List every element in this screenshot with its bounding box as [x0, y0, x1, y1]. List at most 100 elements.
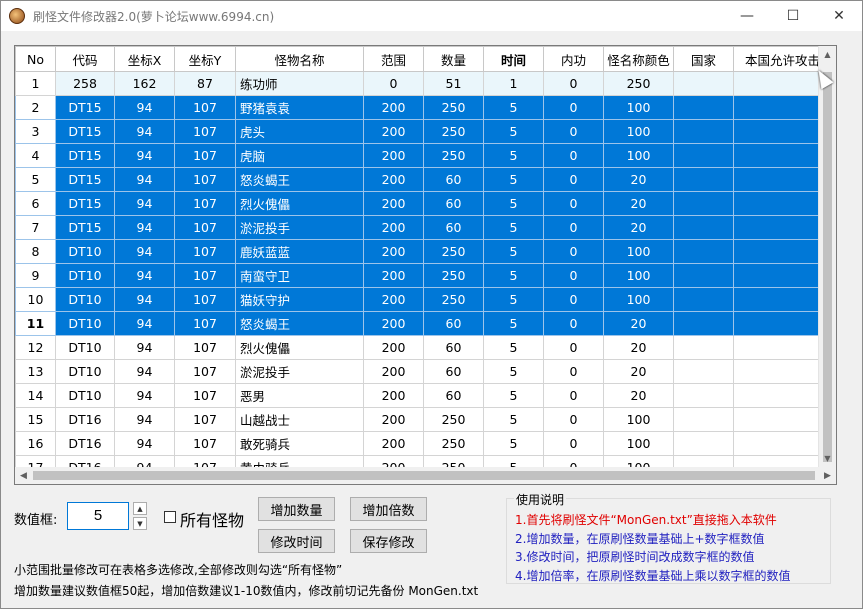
cell-count[interactable]: 60	[423, 359, 484, 384]
table-row[interactable]: 5 DT15 94 107 怒炎蝎王 200 60 5 0 20	[15, 167, 832, 192]
cell-country[interactable]	[673, 95, 734, 120]
cell-time[interactable]: 5	[483, 119, 544, 144]
cell-y[interactable]: 87	[174, 71, 236, 96]
cell-name[interactable]: 南蛮守卫	[235, 263, 364, 288]
cell-code[interactable]: DT10	[55, 311, 115, 336]
table-row[interactable]: 6 DT15 94 107 烈火傀儡 200 60 5 0 20	[15, 191, 832, 216]
table-row[interactable]: 16 DT16 94 107 敢死骑兵 200 250 5 0 100	[15, 431, 832, 456]
cell-time[interactable]: 5	[483, 191, 544, 216]
cell-range[interactable]: 200	[363, 239, 424, 264]
cell-allow[interactable]	[733, 167, 832, 192]
cell-allow[interactable]	[733, 335, 832, 360]
cell-allow[interactable]	[733, 287, 832, 312]
cell-time[interactable]: 5	[483, 287, 544, 312]
modify-time-button[interactable]: 修改时间	[258, 529, 335, 553]
cell-code[interactable]: DT15	[55, 191, 115, 216]
cell-count[interactable]: 250	[423, 119, 484, 144]
cell-x[interactable]: 94	[114, 287, 175, 312]
cell-country[interactable]	[673, 239, 734, 264]
cell-allow[interactable]	[733, 263, 832, 288]
cell-country[interactable]	[673, 311, 734, 336]
cell-range[interactable]: 200	[363, 191, 424, 216]
table-row[interactable]: 8 DT10 94 107 鹿妖蓝蓝 200 250 5 0 100	[15, 239, 832, 264]
cell-color[interactable]: 100	[603, 95, 674, 120]
cell-allow[interactable]	[733, 383, 832, 408]
cell-country[interactable]	[673, 263, 734, 288]
column-header[interactable]: 范围	[363, 46, 424, 72]
column-header[interactable]: 内功	[543, 46, 604, 72]
cell-range[interactable]: 200	[363, 335, 424, 360]
cell-neigong[interactable]: 0	[543, 143, 604, 168]
cell-y[interactable]: 107	[174, 239, 236, 264]
spin-down-icon[interactable]: ▼	[133, 517, 147, 530]
cell-allow[interactable]	[733, 431, 832, 456]
vertical-scrollbar[interactable]: ▲ ▼	[818, 46, 836, 467]
cell-neigong[interactable]: 0	[543, 167, 604, 192]
cell-x[interactable]: 94	[114, 95, 175, 120]
cell-name[interactable]: 怒炎蝎王	[235, 311, 364, 336]
cell-name[interactable]: 烈火傀儡	[235, 335, 364, 360]
cell-color[interactable]: 100	[603, 287, 674, 312]
cell-x[interactable]: 162	[114, 71, 175, 96]
cell-country[interactable]	[673, 71, 734, 96]
cell-allow[interactable]	[733, 95, 832, 120]
cell-name[interactable]: 恶男	[235, 383, 364, 408]
cell-x[interactable]: 94	[114, 359, 175, 384]
cell-time[interactable]: 5	[483, 143, 544, 168]
cell-color[interactable]: 20	[603, 191, 674, 216]
cell-y[interactable]: 107	[174, 311, 236, 336]
cell-allow[interactable]	[733, 359, 832, 384]
cell-count[interactable]: 60	[423, 215, 484, 240]
table-row[interactable]: 15 DT16 94 107 山越战士 200 250 5 0 100	[15, 407, 832, 432]
cell-neigong[interactable]: 0	[543, 359, 604, 384]
cell-neigong[interactable]: 0	[543, 335, 604, 360]
cell-no[interactable]: 16	[15, 431, 56, 456]
cell-x[interactable]: 94	[114, 119, 175, 144]
cell-no[interactable]: 6	[15, 191, 56, 216]
cell-time[interactable]: 5	[483, 383, 544, 408]
cell-no[interactable]: 15	[15, 407, 56, 432]
cell-count[interactable]: 60	[423, 191, 484, 216]
spin-up-icon[interactable]: ▲	[133, 502, 147, 515]
cell-code[interactable]: DT15	[55, 143, 115, 168]
column-header[interactable]: 坐标Y	[174, 46, 236, 72]
cell-count[interactable]: 60	[423, 383, 484, 408]
all-monsters-checkbox[interactable]	[164, 511, 176, 523]
maximize-button[interactable]: ☐	[770, 1, 816, 31]
cell-color[interactable]: 20	[603, 359, 674, 384]
cell-count[interactable]: 250	[423, 95, 484, 120]
cell-range[interactable]: 200	[363, 383, 424, 408]
cell-name[interactable]: 鹿妖蓝蓝	[235, 239, 364, 264]
cell-color[interactable]: 20	[603, 215, 674, 240]
cell-range[interactable]: 200	[363, 359, 424, 384]
column-header[interactable]: 时间	[483, 46, 544, 72]
title-bar[interactable]: 刷怪文件修改器2.0(萝卜论坛www.6994.cn) — ☐ ✕	[1, 1, 862, 31]
scroll-right-icon[interactable]: ▶	[819, 467, 836, 484]
cell-allow[interactable]	[733, 311, 832, 336]
table-row[interactable]: 2 DT15 94 107 野猪袁袁 200 250 5 0 100	[15, 95, 832, 120]
value-input[interactable]: 5	[67, 502, 129, 530]
cell-name[interactable]: 猫妖守护	[235, 287, 364, 312]
cell-range[interactable]: 200	[363, 119, 424, 144]
cell-neigong[interactable]: 0	[543, 311, 604, 336]
cell-range[interactable]: 200	[363, 143, 424, 168]
cell-country[interactable]	[673, 383, 734, 408]
column-header[interactable]: 数量	[423, 46, 484, 72]
cell-no[interactable]: 7	[15, 215, 56, 240]
cell-range[interactable]: 0	[363, 71, 424, 96]
scroll-up-icon[interactable]: ▲	[819, 46, 836, 63]
table-row[interactable]: 10 DT10 94 107 猫妖守护 200 250 5 0 100	[15, 287, 832, 312]
cell-time[interactable]: 5	[483, 359, 544, 384]
cell-x[interactable]: 94	[114, 263, 175, 288]
cell-neigong[interactable]: 0	[543, 263, 604, 288]
cell-count[interactable]: 250	[423, 143, 484, 168]
cell-color[interactable]: 100	[603, 407, 674, 432]
cell-x[interactable]: 94	[114, 383, 175, 408]
horizontal-scroll-thumb[interactable]	[33, 471, 815, 480]
cell-no[interactable]: 9	[15, 263, 56, 288]
cell-name[interactable]: 山越战士	[235, 407, 364, 432]
cell-country[interactable]	[673, 215, 734, 240]
scroll-down-icon[interactable]: ▼	[819, 450, 836, 467]
cell-time[interactable]: 5	[483, 215, 544, 240]
cell-neigong[interactable]: 0	[543, 215, 604, 240]
